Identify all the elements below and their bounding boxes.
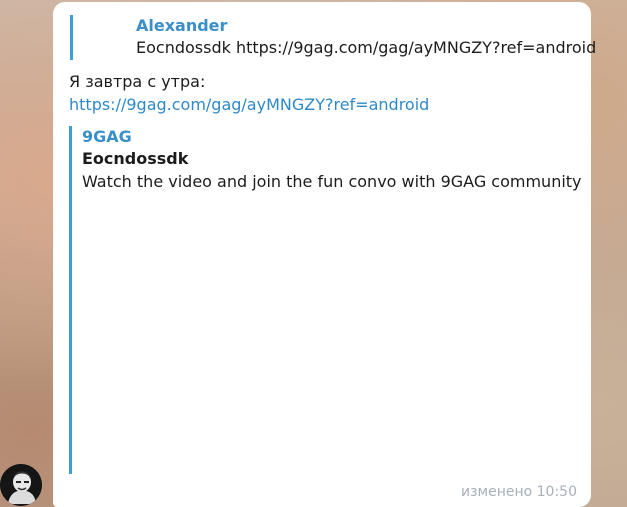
message-text: Я завтра с утра: https://9gag.com/gag/ay… [69,70,429,116]
message-text-line: Я завтра с утра: [69,72,206,91]
edited-label: изменено [460,484,533,500]
preview-description: Watch the video and join the fun convo w… [82,172,582,191]
preview-site-name: 9GAG [82,127,132,146]
reply-text: Eocndossdk https://9gag.com/gag/ayMNGZY?… [136,38,597,57]
message-meta: изменено 10:50 [461,484,577,500]
message-link[interactable]: https://9gag.com/gag/ayMNGZY?ref=android [69,93,429,116]
user-avatar-icon[interactable] [0,464,42,506]
message-bubble[interactable]: Alexander Eocndossdk https://9gag.com/ga… [53,2,596,507]
message-time: 10:50 [536,484,577,500]
preview-title: Eocndossdk [82,149,189,168]
reply-quote[interactable]: Alexander Eocndossdk https://9gag.com/ga… [70,15,596,60]
avatar-image [0,464,42,506]
reply-author: Alexander [136,16,228,35]
link-preview[interactable]: 9GAG Eocndossdk Watch the video and join… [69,126,582,474]
